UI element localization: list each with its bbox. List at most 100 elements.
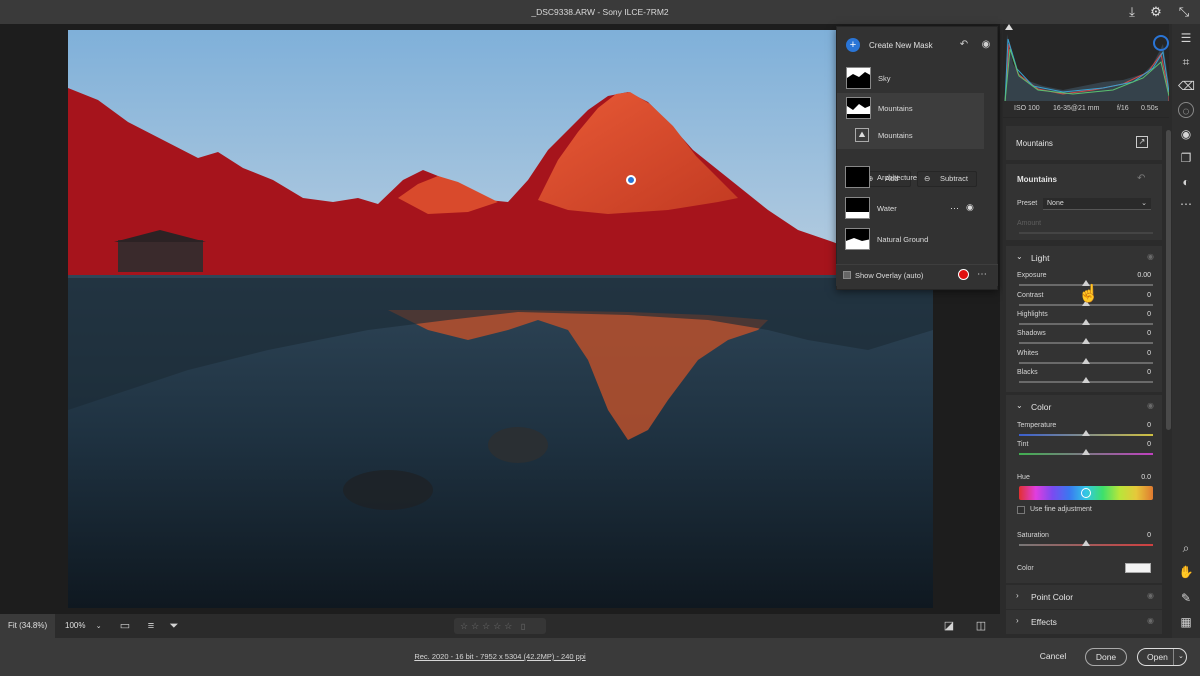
shadows-slider[interactable] [1019,338,1153,344]
sort-icon[interactable]: ≡ [144,619,158,633]
mask-thumbnail [845,197,870,219]
object-select-icon: ⛰ [855,128,869,142]
saturation-value[interactable]: 0 [1129,532,1151,542]
shadows-value[interactable]: 0 [1129,330,1151,340]
slider-thumb[interactable] [1082,338,1090,344]
light-section-header[interactable]: ⌄ Light ◉ [1006,246,1162,270]
slider-thumb[interactable] [1082,377,1090,383]
mask-item-water[interactable]: Water ⋯ ◉ [836,193,983,223]
chevron-down-icon[interactable]: ⌄ [1173,649,1184,665]
panel-scrollbar[interactable] [1166,130,1171,430]
amount-slider[interactable] [1019,232,1153,234]
slider-thumb[interactable] [1082,540,1090,546]
shadows-label: Shadows [1017,330,1046,337]
before-after-icon[interactable]: ◫ [974,619,988,633]
exposure-value[interactable]: 0.00 [1129,272,1151,282]
hand-icon[interactable]: ✋ [1178,564,1194,580]
show-overlay-checkbox[interactable] [843,271,851,279]
grid-icon[interactable]: ▦ [1178,614,1194,630]
reset-icon[interactable]: ↶ [1137,173,1145,184]
tint-slider[interactable] [1019,449,1153,455]
more-options-icon[interactable]: ⋯ [977,269,987,280]
undo-icon[interactable]: ↶ [958,39,970,51]
mask-panel-header: + Create New Mask ↶ ◉ [837,27,997,61]
snapshots-icon[interactable]: ❐ [1178,150,1194,166]
shadow-clipping-indicator[interactable] [1005,24,1013,30]
mask-component-row[interactable]: ⛰ Mountains [837,123,984,149]
highlight-clipping-indicator[interactable] [1153,35,1169,51]
stars-value[interactable]: ☆☆☆☆☆ [460,621,515,631]
eye-icon[interactable]: ◉ [1147,591,1154,600]
eyedropper-icon[interactable]: ✎ [1178,590,1194,606]
fine-adjustment-checkbox[interactable] [1017,506,1025,514]
mask-item-sky[interactable]: Sky [837,63,984,93]
point-color-section-header[interactable]: › Point Color ◉ [1006,585,1162,609]
eraser-icon[interactable]: ⌫ [1178,78,1195,94]
collapse-icon[interactable]: ⤡ [1176,4,1192,20]
trash-icon[interactable]: ▯ [521,622,528,631]
slider-thumb[interactable] [1082,430,1090,436]
aperture-value: f/16 [1117,105,1129,112]
mask-item-mountains[interactable]: Mountains [837,93,984,123]
highlights-value[interactable]: 0 [1129,311,1151,321]
red-eye-icon[interactable]: ◉ [1178,126,1194,142]
zoom-icon[interactable]: ⌕ [1178,540,1194,556]
slider-thumb[interactable] [1082,449,1090,455]
temperature-value[interactable]: 0 [1129,422,1151,432]
filmstrip-icon[interactable]: ▭ [118,619,132,633]
overlay-color-swatch[interactable] [958,269,969,280]
mask-item-architecture[interactable]: Architecture [836,162,983,192]
color-swatch[interactable] [1125,563,1151,573]
mask-thumbnail [846,97,871,119]
eye-icon[interactable]: ◉ [1147,616,1154,625]
color-label: Color [1017,565,1034,572]
slider-thumb[interactable] [1082,358,1090,364]
whites-slider[interactable] [1019,358,1153,364]
gear-icon[interactable]: ⚙ [1148,4,1164,20]
temperature-slider[interactable] [1019,430,1153,436]
cancel-button[interactable]: Cancel [1033,648,1073,666]
eye-icon[interactable]: ◉ [966,202,974,213]
hue-slider-thumb[interactable] [1081,488,1091,498]
tint-value[interactable]: 0 [1129,441,1151,451]
single-view-icon[interactable]: ◪ [942,619,956,633]
color-section-header[interactable]: ⌄ Color ◉ [1006,395,1162,419]
preset-select[interactable]: None ⌄ [1043,198,1151,210]
edit-sliders-icon[interactable]: ☰ [1178,30,1194,46]
saturation-slider[interactable] [1019,540,1153,546]
fit-zoom-button[interactable]: Fit (34.8%) [0,614,55,638]
whites-value[interactable]: 0 [1129,350,1151,360]
zoom-level[interactable]: 100% ⌄ [65,621,102,630]
mask-label: Architecture [877,173,918,182]
mask-item-natural-ground[interactable]: Natural Ground [836,224,983,254]
crop-icon[interactable]: ⌗ [1178,54,1194,70]
blacks-slider[interactable] [1019,377,1153,383]
zoom-value: 100% [65,621,86,630]
download-icon[interactable]: ⤓ [1124,4,1140,20]
shutter-value: 0.50s [1141,105,1159,112]
contrast-slider[interactable] [1019,300,1153,306]
image-canvas[interactable]: + Create New Mask ↶ ◉ Sky Mountains ⛰ Mo… [0,24,1000,614]
eye-icon[interactable]: ◉ [1147,401,1154,410]
more-options-icon[interactable]: ⋯ [1178,196,1194,212]
expand-icon[interactable]: ↗ [1136,136,1148,148]
contrast-value[interactable]: 0 [1129,292,1151,302]
photo-preview[interactable] [68,30,933,608]
highlights-slider[interactable] [1019,319,1153,325]
open-button[interactable]: Open ⌄ [1137,648,1187,666]
star-rating[interactable]: ☆☆☆☆☆ ▯ [454,618,546,634]
masking-icon[interactable]: ◌ [1178,102,1194,118]
filter-icon[interactable]: ⏷ [167,619,181,633]
eye-icon[interactable]: ◉ [980,39,992,51]
hue-value[interactable]: 0.0 [1129,474,1151,484]
presets-icon[interactable]: ◐ [1178,174,1194,190]
more-options-icon[interactable]: ⋯ [950,203,959,214]
eye-icon[interactable]: ◉ [1147,252,1154,261]
effects-section-header[interactable]: › Effects ◉ [1006,610,1162,634]
slider-thumb[interactable] [1082,319,1090,325]
create-new-mask-button[interactable]: Create New Mask [869,41,933,50]
blacks-value[interactable]: 0 [1129,369,1151,379]
plus-icon[interactable]: + [846,38,860,52]
done-button[interactable]: Done [1085,648,1127,666]
image-info-link[interactable]: Rec. 2020 - 16 bit - 7952 x 5304 (42.2MP… [0,652,1000,661]
